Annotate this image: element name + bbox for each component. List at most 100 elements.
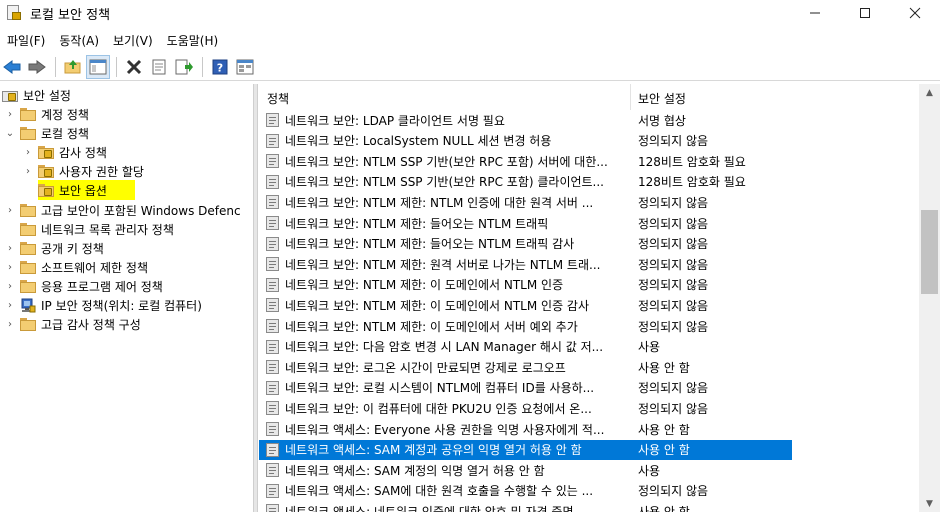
tree-item-label: 보안 옵션 <box>59 183 107 198</box>
pane-splitter[interactable] <box>253 84 258 512</box>
policy-row[interactable]: 네트워크 보안: 이 컴퓨터에 대한 PKU2U 인증 요청에서 온... 정의되… <box>259 398 792 418</box>
show-hide-tree-button[interactable] <box>86 54 110 79</box>
policy-setting: 정의되지 않음 <box>638 237 709 252</box>
up-folder-button[interactable] <box>61 55 85 79</box>
expand-chevron-icon[interactable]: › <box>4 281 16 293</box>
policy-row[interactable]: 네트워크 액세스: Everyone 사용 권한을 익명 사용자에게 적... 사… <box>259 419 792 439</box>
tree-item-label: 응용 프로그램 제어 정책 <box>41 280 163 294</box>
policy-setting: 128비트 암호화 필요 <box>638 154 746 169</box>
expand-chevron-icon[interactable]: › <box>4 243 16 255</box>
expand-chevron-icon[interactable]: › <box>22 147 34 159</box>
maximize-button[interactable] <box>840 0 890 26</box>
expand-chevron-icon[interactable]: › <box>4 109 16 121</box>
tree-item-label: 로컬 정책 <box>41 127 89 141</box>
policy-row[interactable]: 네트워크 보안: NTLM 제한: 들어오는 NTLM 트래픽 감사 정의되지 않… <box>259 234 792 254</box>
policy-icon <box>265 380 281 396</box>
tree-item-label: 감사 정책 <box>59 146 107 160</box>
policy-setting: 정의되지 않음 <box>638 298 709 313</box>
help-button[interactable]: ? <box>208 55 232 79</box>
view-icon <box>236 59 254 74</box>
tree-item-account-policies[interactable]: › 계정 정책 <box>4 105 89 124</box>
minimize-button[interactable] <box>790 0 840 26</box>
tree-item-software-restriction[interactable]: › 소프트웨어 제한 정책 <box>4 258 148 277</box>
column-header-setting[interactable]: 보안 설정 <box>638 90 686 107</box>
close-icon <box>909 7 921 19</box>
expand-chevron-icon[interactable]: › <box>4 319 16 331</box>
column-header-policy[interactable]: 정책 <box>267 90 289 107</box>
tree-item-label: 네트워크 목록 관리자 정책 <box>41 223 174 237</box>
policy-row[interactable]: 네트워크 액세스: SAM 계정과 공유의 익명 열거 허용 안 함 사용 안 함 <box>259 439 792 460</box>
scrollbar-thumb[interactable] <box>921 210 938 294</box>
tree-item-label: 사용자 권한 할당 <box>59 165 144 179</box>
folder-icon <box>20 127 36 140</box>
tree-item-label: 고급 감사 정책 구성 <box>41 318 141 332</box>
policy-row[interactable]: 네트워크 보안: NTLM 제한: 이 도메인에서 NTLM 인증 감사 정의되지… <box>259 295 792 315</box>
menu-view[interactable]: 보기(V) <box>106 32 160 49</box>
close-button[interactable] <box>890 0 940 26</box>
policy-row[interactable]: 네트워크 보안: NTLM 제한: 이 도메인에서 NTLM 인증 정의되지 않음 <box>259 275 792 295</box>
policy-name: 네트워크 액세스: SAM 계정의 익명 열거 허용 안 함 <box>285 463 545 478</box>
policy-name: 네트워크 보안: NTLM 제한: 원격 서버로 나가는 NTLM 트래... <box>285 257 601 272</box>
policy-row[interactable]: 네트워크 보안: LocalSystem NULL 세션 변경 허용 정의되지 않… <box>259 131 792 151</box>
scroll-up-arrow-icon[interactable]: ▲ <box>919 84 940 101</box>
policy-row[interactable]: 네트워크 보안: NTLM 제한: 들어오는 NTLM 트래픽 정의되지 않음 <box>259 213 792 233</box>
policy-row[interactable]: 네트워크 보안: NTLM 제한: 이 도메인에서 서버 예외 추가 정의되지 않… <box>259 316 792 336</box>
tree-item-windows-defender-firewall[interactable]: › 고급 보안이 포함된 Windows Defenc <box>4 201 241 220</box>
expand-chevron-icon[interactable]: › <box>4 262 16 274</box>
policy-name: 네트워크 액세스: SAM에 대한 원격 호출을 수행할 수 있는 ... <box>285 484 594 499</box>
expand-chevron-icon[interactable]: › <box>22 166 34 178</box>
scroll-down-arrow-icon[interactable]: ▼ <box>919 495 940 512</box>
policy-row[interactable]: 네트워크 액세스: SAM 계정의 익명 열거 허용 안 함 사용 <box>259 460 792 480</box>
policy-row[interactable]: 네트워크 보안: NTLM SSP 기반(보안 RPC 포함) 서버에 대한..… <box>259 151 792 171</box>
export-list-button[interactable] <box>172 55 196 79</box>
policy-name: 네트워크 보안: LocalSystem NULL 세션 변경 허용 <box>285 134 552 149</box>
title-bar: 로컬 보안 정책 <box>0 0 940 26</box>
back-button[interactable] <box>0 55 24 79</box>
column-divider[interactable] <box>630 84 631 110</box>
expand-chevron-icon[interactable]: › <box>4 300 16 312</box>
policy-row[interactable]: 네트워크 보안: NTLM SSP 기반(보안 RPC 포함) 클라이언트...… <box>259 172 792 192</box>
locked-folder-icon <box>38 146 54 159</box>
policy-row[interactable]: 네트워크 보안: 로그온 시간이 만료되면 강제로 로그오프 사용 안 함 <box>259 357 792 377</box>
policy-setting: 정의되지 않음 <box>638 319 709 334</box>
policy-row[interactable]: 네트워크 보안: 다음 암호 변경 시 LAN Manager 해시 값 저..… <box>259 337 792 357</box>
expander-placeholder <box>22 184 34 196</box>
policy-icon <box>265 256 281 272</box>
policy-row[interactable]: 네트워크 보안: LDAP 클라이언트 서명 필요 서명 협상 <box>259 110 792 130</box>
vertical-scrollbar[interactable]: ▲ ▼ <box>919 84 940 512</box>
policy-icon <box>265 400 281 416</box>
policy-row[interactable]: 네트워크 보안: NTLM 제한: NTLM 인증에 대한 원격 서버 ... 정… <box>259 192 792 212</box>
policy-name: 네트워크 보안: 로그온 시간이 만료되면 강제로 로그오프 <box>285 360 566 375</box>
tree-item-user-rights-assignment[interactable]: › 사용자 권한 할당 <box>22 162 144 181</box>
tree-item-public-key-policies[interactable]: › 공개 키 정책 <box>4 239 104 258</box>
tree-item-local-policies[interactable]: ⌄ 로컬 정책 <box>4 124 89 143</box>
tree-item-advanced-audit-policy[interactable]: › 고급 감사 정책 구성 <box>4 315 141 334</box>
menu-help[interactable]: 도움말(H) <box>160 32 226 49</box>
menu-action[interactable]: 동작(A) <box>52 32 106 49</box>
policy-name: 네트워크 보안: 로컬 시스템이 NTLM에 컴퓨터 ID를 사용하... <box>285 381 595 396</box>
policy-row[interactable]: 네트워크 액세스: SAM에 대한 원격 호출을 수행할 수 있는 ... 정의되… <box>259 481 792 501</box>
delete-button[interactable] <box>122 55 146 79</box>
view-button[interactable] <box>233 55 257 79</box>
policy-icon <box>265 297 281 313</box>
locked-folder-icon <box>38 165 54 178</box>
folder-icon <box>20 242 36 255</box>
policy-icon <box>265 236 281 252</box>
tree-item-security-settings[interactable]: 보안 설정 <box>2 86 71 105</box>
policy-icon <box>265 215 281 231</box>
tree-item-application-control[interactable]: › 응용 프로그램 제어 정책 <box>4 277 163 296</box>
collapse-chevron-icon[interactable]: ⌄ <box>4 128 16 140</box>
properties-button[interactable] <box>147 55 171 79</box>
policy-row[interactable]: 네트워크 보안: NTLM 제한: 원격 서버로 나가는 NTLM 트래... 정… <box>259 254 792 274</box>
minimize-icon <box>810 12 820 14</box>
tree-item-network-list-manager[interactable]: 네트워크 목록 관리자 정책 <box>4 220 174 239</box>
policy-row[interactable]: 네트워크 액세스: 네트워크 인증에 대한 암호 및 자격 증명... 사용 안 … <box>259 501 792 512</box>
expand-chevron-icon[interactable]: › <box>4 205 16 217</box>
policy-setting: 정의되지 않음 <box>638 278 709 293</box>
forward-button[interactable] <box>25 55 49 79</box>
menu-file[interactable]: 파일(F) <box>0 32 52 49</box>
tree-item-audit-policy[interactable]: › 감사 정책 <box>22 143 107 162</box>
tree-item-ip-security[interactable]: › IP 보안 정책(위치: 로컬 컴퓨터) <box>4 296 202 315</box>
policy-row[interactable]: 네트워크 보안: 로컬 시스템이 NTLM에 컴퓨터 ID를 사용하... 정의되… <box>259 378 792 398</box>
tree-item-security-options[interactable]: 보안 옵션 <box>22 180 135 200</box>
